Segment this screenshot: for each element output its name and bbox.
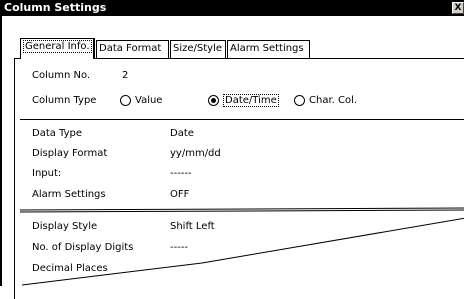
decimal-places-label: Decimal Places bbox=[32, 263, 108, 274]
display-style-value: Shift Left bbox=[170, 221, 215, 232]
column-settings-window: Column Settings X General Info. Data For… bbox=[0, 0, 464, 299]
tab-general-info[interactable]: General Info. bbox=[20, 38, 95, 59]
display-digits-label: No. of Display Digits bbox=[32, 242, 134, 253]
tab-label: General Info. bbox=[23, 40, 92, 53]
display-style-label: Display Style bbox=[32, 221, 98, 232]
display-digits-value: ----- bbox=[170, 242, 189, 253]
